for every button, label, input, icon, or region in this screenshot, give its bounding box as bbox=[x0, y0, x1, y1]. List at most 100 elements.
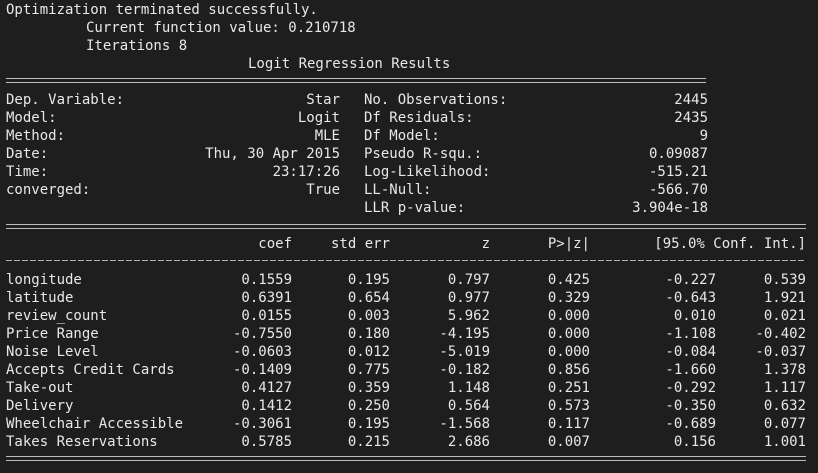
coef-value: -0.0603 bbox=[232, 344, 292, 360]
z-value: -5.019 bbox=[439, 344, 490, 360]
summary-label: Model: bbox=[6, 110, 57, 126]
summary-value: -566.70 bbox=[648, 182, 708, 198]
header-z: z bbox=[481, 236, 490, 252]
summary-label: Time: bbox=[6, 164, 49, 180]
std-err-value: 0.180 bbox=[347, 326, 390, 342]
p-value: 0.425 bbox=[547, 272, 590, 288]
std-err-value: 0.195 bbox=[347, 272, 390, 288]
summary-value: 3.904e-18 bbox=[632, 200, 708, 216]
summary-label: LLR p-value: bbox=[364, 200, 466, 216]
summary-label: LL-Null: bbox=[364, 182, 432, 198]
summary-label: Df Model: bbox=[364, 128, 440, 144]
ci-upper: 1.117 bbox=[763, 380, 806, 396]
coef-value: 0.0155 bbox=[241, 308, 292, 324]
iterations-line: Iterations 8 bbox=[86, 38, 188, 54]
z-value: 1.148 bbox=[447, 380, 490, 396]
summary-label: Dep. Variable: bbox=[6, 92, 125, 108]
std-err-value: 0.359 bbox=[347, 380, 390, 396]
ci-upper: 0.077 bbox=[763, 416, 806, 432]
summary-label: Df Residuals: bbox=[364, 110, 474, 126]
summary-label: converged: bbox=[6, 182, 91, 198]
p-value: 0.856 bbox=[547, 362, 590, 378]
z-value: 0.564 bbox=[447, 398, 490, 414]
summary-value: 2435 bbox=[674, 110, 708, 126]
std-err-value: 0.775 bbox=[347, 362, 390, 378]
std-err-value: 0.003 bbox=[347, 308, 390, 324]
ci-upper: -0.402 bbox=[755, 326, 806, 342]
top-double-rule bbox=[6, 78, 706, 84]
summary-double-rule bbox=[6, 224, 806, 230]
summary-value: 9 bbox=[699, 128, 708, 144]
z-value: 2.686 bbox=[447, 434, 490, 450]
results-title: Logit Regression Results bbox=[248, 56, 451, 72]
summary-label: Method: bbox=[6, 128, 66, 144]
z-value: 0.797 bbox=[447, 272, 490, 288]
summary-value: MLE bbox=[314, 128, 340, 144]
summary-label: Date: bbox=[6, 146, 49, 162]
summary-value: 2445 bbox=[674, 92, 708, 108]
ci-lower: -0.084 bbox=[665, 344, 716, 360]
coef-value: 0.1412 bbox=[241, 398, 292, 414]
summary-label: Pseudo R-squ.: bbox=[364, 146, 483, 162]
coef-value: -0.1409 bbox=[232, 362, 292, 378]
status-message: Optimization terminated successfully. bbox=[6, 2, 318, 18]
std-err-value: 0.195 bbox=[347, 416, 390, 432]
summary-value: Logit bbox=[297, 110, 340, 126]
header-coef: coef bbox=[258, 236, 292, 252]
z-value: -4.195 bbox=[439, 326, 490, 342]
coef-value: 0.1559 bbox=[241, 272, 292, 288]
summary-value: Thu, 30 Apr 2015 bbox=[205, 146, 340, 162]
bottom-double-rule bbox=[6, 456, 806, 462]
coef-value: -0.7550 bbox=[232, 326, 292, 342]
ci-lower: -1.108 bbox=[665, 326, 716, 342]
header-std-err: std err bbox=[330, 236, 390, 252]
summary-value: 23:17:26 bbox=[272, 164, 340, 180]
std-err-value: 0.654 bbox=[347, 290, 390, 306]
p-value: 0.251 bbox=[547, 380, 590, 396]
ci-lower: -0.350 bbox=[665, 398, 716, 414]
ci-upper: 0.021 bbox=[763, 308, 806, 324]
summary-label: Log-Likelihood: bbox=[364, 164, 491, 180]
ci-lower: 0.010 bbox=[673, 308, 716, 324]
coef-value: 0.4127 bbox=[241, 380, 292, 396]
ci-upper: -0.037 bbox=[755, 344, 806, 360]
header-conf-int: [95.0% Conf. Int.] bbox=[654, 236, 806, 252]
ci-lower: -0.643 bbox=[665, 290, 716, 306]
std-err-value: 0.012 bbox=[347, 344, 390, 360]
function-value-line: Current function value: 0.210718 bbox=[86, 20, 356, 36]
ci-lower: -1.660 bbox=[665, 362, 716, 378]
coef-value: 0.5785 bbox=[241, 434, 292, 450]
ci-lower: -0.689 bbox=[665, 416, 716, 432]
ci-lower: -0.292 bbox=[665, 380, 716, 396]
p-value: 0.573 bbox=[547, 398, 590, 414]
coef-value: -0.3061 bbox=[232, 416, 292, 432]
terminal-output: Optimization terminated successfully. Cu… bbox=[0, 0, 818, 473]
summary-label: No. Observations: bbox=[364, 92, 508, 108]
summary-value: -515.21 bbox=[648, 164, 708, 180]
summary-value: True bbox=[306, 182, 340, 198]
ci-lower: -0.227 bbox=[665, 272, 716, 288]
z-value: -0.182 bbox=[439, 362, 490, 378]
header-p-value: P>|z| bbox=[547, 236, 590, 252]
summary-value: 0.09087 bbox=[648, 146, 708, 162]
ci-upper: 1.921 bbox=[763, 290, 806, 306]
ci-upper: 1.001 bbox=[763, 434, 806, 450]
ci-upper: 0.632 bbox=[763, 398, 806, 414]
coef-value: 0.6391 bbox=[241, 290, 292, 306]
z-value: 0.977 bbox=[447, 290, 490, 306]
z-value: -1.568 bbox=[439, 416, 490, 432]
p-value: 0.117 bbox=[547, 416, 590, 432]
p-value: 0.000 bbox=[547, 344, 590, 360]
std-err-value: 0.250 bbox=[347, 398, 390, 414]
summary-value: Star bbox=[306, 92, 340, 108]
z-value: 5.962 bbox=[447, 308, 490, 324]
p-value: 0.329 bbox=[547, 290, 590, 306]
header-dashed-rule bbox=[6, 260, 806, 261]
p-value: 0.000 bbox=[547, 326, 590, 342]
ci-upper: 0.539 bbox=[763, 272, 806, 288]
ci-lower: 0.156 bbox=[673, 434, 716, 450]
p-value: 0.007 bbox=[547, 434, 590, 450]
std-err-value: 0.215 bbox=[347, 434, 390, 450]
p-value: 0.000 bbox=[547, 308, 590, 324]
ci-upper: 1.378 bbox=[763, 362, 806, 378]
